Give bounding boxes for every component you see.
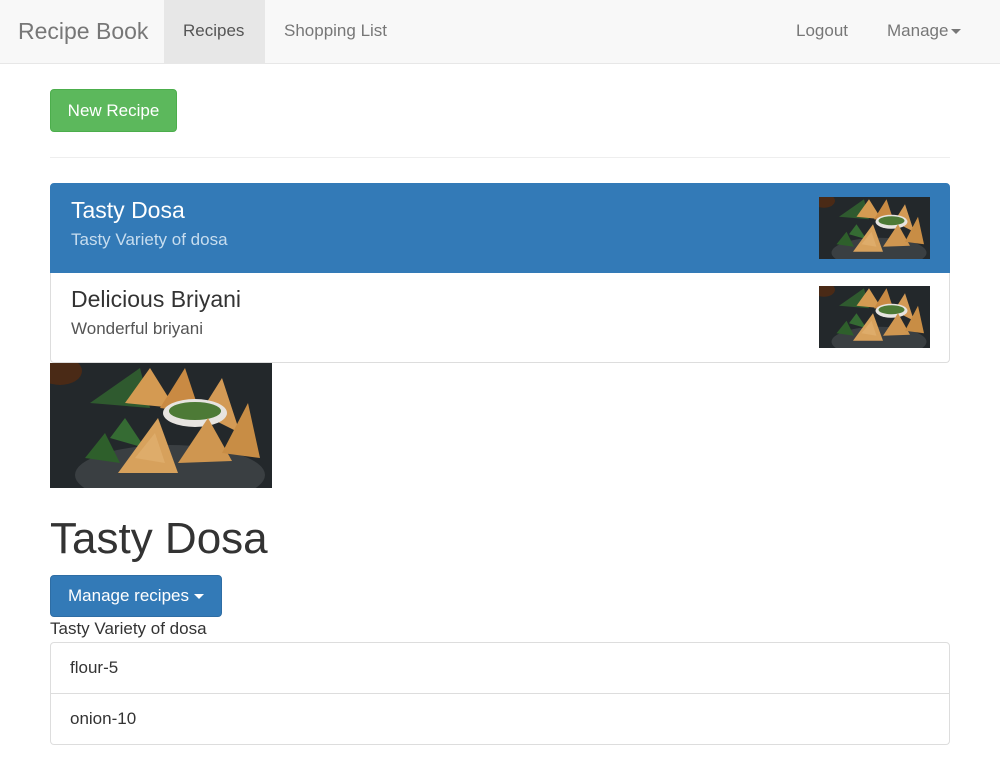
manage-recipes-dropdown-button[interactable]: Manage recipes xyxy=(50,575,222,617)
divider xyxy=(50,157,950,158)
nav-recipes-link[interactable]: Recipes xyxy=(164,0,265,63)
caret-down-icon xyxy=(193,594,204,600)
recipe-thumbnail xyxy=(819,197,930,259)
recipe-detail-title: Tasty Dosa xyxy=(50,514,268,563)
recipe-detail-description: Tasty Variety of dosa xyxy=(50,619,207,638)
recipe-thumbnail xyxy=(819,286,930,348)
caret-down-icon xyxy=(951,29,962,35)
ingredient-item[interactable]: flour-5 xyxy=(50,642,950,694)
manage-dropdown-label: Manage xyxy=(887,21,949,40)
ingredient-list: flour-5 onion-10 xyxy=(50,642,950,745)
top-navbar: Recipe Book Recipes Shopping List Logout… xyxy=(0,0,1000,64)
recipe-list-item-delicious-briyani[interactable]: Delicious Briyani Wonderful briyani xyxy=(50,273,950,363)
brand-link[interactable]: Recipe Book xyxy=(18,17,148,45)
recipe-list-item-tasty-dosa[interactable]: Tasty Dosa Tasty Variety of dosa xyxy=(50,183,950,273)
recipe-description: Tasty Variety of dosa xyxy=(71,230,228,249)
recipe-detail-image xyxy=(50,363,272,488)
recipe-name: Delicious Briyani xyxy=(71,286,242,312)
manage-dropdown-toggle[interactable]: Manage xyxy=(868,0,980,63)
manage-recipes-label: Manage recipes xyxy=(68,586,189,605)
logout-link[interactable]: Logout xyxy=(777,0,867,63)
nav-shopping-list-link[interactable]: Shopping List xyxy=(265,0,406,63)
new-recipe-button[interactable]: New Recipe xyxy=(50,89,177,132)
recipe-description: Wonderful briyani xyxy=(71,319,203,338)
ingredient-item[interactable]: onion-10 xyxy=(50,694,950,745)
recipe-name: Tasty Dosa xyxy=(71,197,185,223)
